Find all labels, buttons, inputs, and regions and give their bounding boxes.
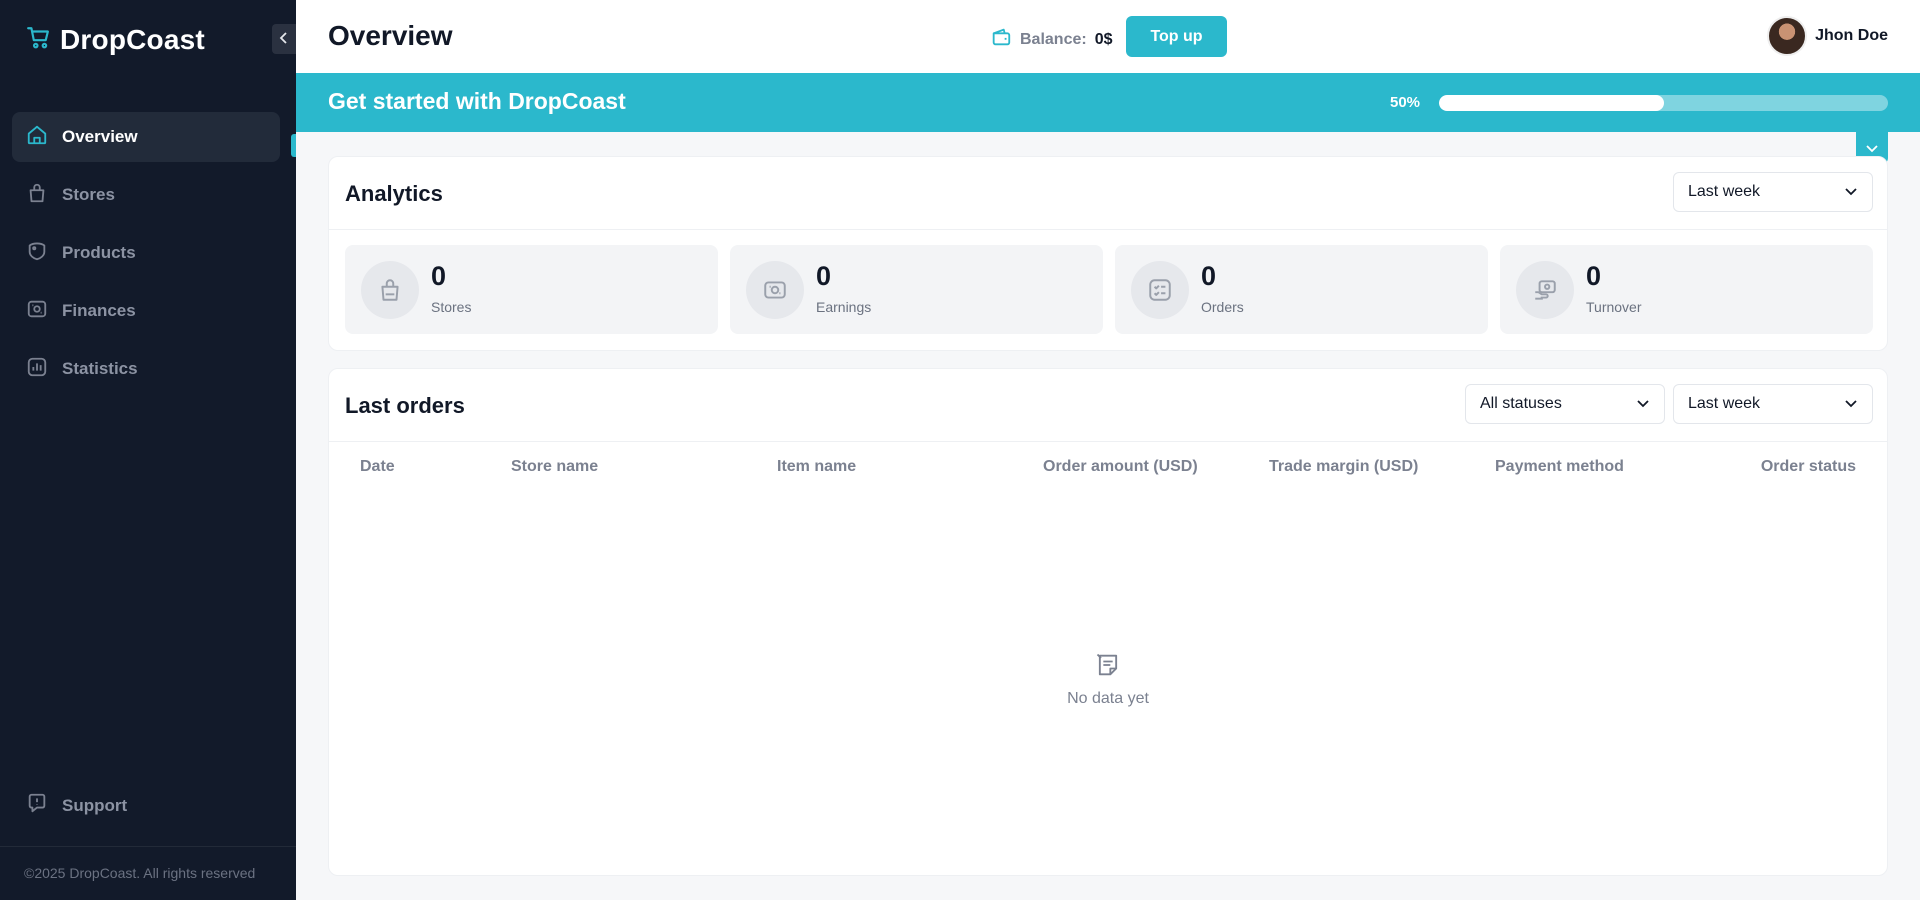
column-header-date[interactable]: Date	[360, 458, 395, 476]
sidebar-item-support[interactable]: Support	[26, 792, 127, 819]
column-header-item-name[interactable]: Item name	[777, 458, 856, 476]
stat-value: 0	[816, 261, 831, 292]
progress-bar	[1439, 95, 1888, 111]
stat-value: 0	[431, 261, 446, 292]
balance-value: 0$	[1095, 31, 1113, 49]
sidebar: DropCoast Overview Stores Products	[0, 0, 296, 900]
money-hand-icon	[1516, 261, 1574, 319]
tag-icon	[26, 240, 48, 267]
sidebar-item-products[interactable]: Products	[12, 228, 280, 278]
stat-card-stores: 0 Stores	[345, 245, 718, 334]
select-value: All statuses	[1480, 395, 1562, 413]
stat-value: 0	[1586, 261, 1601, 292]
banknote-icon	[26, 298, 48, 325]
top-header: Overview Balance: 0$ Top up Jhon Doe	[296, 0, 1920, 73]
progress-fill	[1439, 95, 1664, 111]
stat-label: Orders	[1201, 299, 1244, 315]
column-header-store-name[interactable]: Store name	[511, 458, 598, 476]
empty-state-text: No data yet	[329, 690, 1887, 708]
analytics-title: Analytics	[345, 181, 443, 207]
stat-label: Earnings	[816, 299, 871, 315]
sidebar-item-label: Finances	[62, 301, 136, 321]
column-header-order-status[interactable]: Order status	[1761, 458, 1856, 476]
stats-row: 0 Stores 0 Earnings 0 Orders 0 Turnover	[345, 245, 1873, 334]
page-title: Overview	[328, 20, 453, 52]
sidebar-accent-tab	[291, 134, 296, 157]
support-chat-icon	[26, 792, 48, 819]
column-header-payment-method[interactable]: Payment method	[1495, 458, 1624, 476]
sidebar-item-label: Stores	[62, 185, 115, 205]
column-header-trade-margin[interactable]: Trade margin (USD)	[1269, 458, 1418, 476]
bag-icon	[361, 261, 419, 319]
collapse-sidebar-button[interactable]	[272, 24, 296, 54]
copyright-text: ©2025 DropCoast. All rights reserved	[24, 865, 255, 881]
user-name: Jhon Doe	[1815, 27, 1888, 45]
stat-card-earnings: 0 Earnings	[730, 245, 1103, 334]
column-header-order-amount[interactable]: Order amount (USD)	[1043, 458, 1198, 476]
chevron-down-icon	[1865, 141, 1879, 156]
stat-value: 0	[1201, 261, 1216, 292]
user-menu[interactable]: Jhon Doe	[1767, 16, 1888, 56]
orders-title: Last orders	[345, 393, 465, 419]
balance-label: Balance:	[1020, 31, 1087, 49]
stat-card-turnover: 0 Turnover	[1500, 245, 1873, 334]
analytics-period-select[interactable]: Last week	[1673, 172, 1873, 212]
stat-card-orders: 0 Orders	[1115, 245, 1488, 334]
card-divider	[329, 229, 1887, 230]
status-filter-select[interactable]: All statuses	[1465, 384, 1665, 424]
sidebar-item-stores[interactable]: Stores	[12, 170, 280, 220]
empty-state: No data yet	[329, 651, 1887, 708]
bag-icon	[26, 182, 48, 209]
sidebar-divider	[0, 846, 296, 847]
stat-label: Stores	[431, 299, 471, 315]
select-value: Last week	[1688, 395, 1760, 413]
analytics-card: Analytics Last week 0 Stores 0 Earnings …	[328, 156, 1888, 351]
support-label: Support	[62, 796, 127, 816]
sidebar-item-label: Overview	[62, 127, 138, 147]
chevron-down-icon	[1844, 395, 1858, 413]
sidebar-nav: Overview Stores Products Finances Statis…	[12, 112, 280, 402]
stat-label: Turnover	[1586, 299, 1642, 315]
chevron-down-icon	[1844, 183, 1858, 201]
top-up-button[interactable]: Top up	[1126, 16, 1227, 57]
select-value: Last week	[1688, 183, 1760, 201]
sidebar-item-statistics[interactable]: Statistics	[12, 344, 280, 394]
cart-icon	[26, 25, 52, 56]
orders-period-select[interactable]: Last week	[1673, 384, 1873, 424]
banner-title: Get started with DropCoast	[328, 88, 626, 115]
last-orders-card: Last orders All statuses Last week Date …	[328, 368, 1888, 876]
balance-display: Balance: 0$	[990, 26, 1113, 53]
progress-percent: 50%	[1390, 94, 1420, 111]
home-icon	[26, 124, 48, 151]
sidebar-item-overview[interactable]: Overview	[12, 112, 280, 162]
logo-text: DropCoast	[60, 24, 205, 56]
sidebar-item-label: Products	[62, 243, 136, 263]
sidebar-item-label: Statistics	[62, 359, 138, 379]
empty-note-icon	[1094, 666, 1122, 683]
checklist-icon	[1131, 261, 1189, 319]
sidebar-item-finances[interactable]: Finances	[12, 286, 280, 336]
logo[interactable]: DropCoast	[26, 24, 205, 56]
avatar	[1767, 16, 1807, 56]
chevron-down-icon	[1636, 395, 1650, 413]
wallet-icon	[990, 26, 1012, 53]
chart-icon	[26, 356, 48, 383]
chevron-left-icon	[279, 31, 289, 48]
orders-table-header: Date Store name Item name Order amount (…	[329, 441, 1887, 493]
onboarding-banner: Get started with DropCoast 50%	[296, 73, 1920, 132]
banknote-icon	[746, 261, 804, 319]
